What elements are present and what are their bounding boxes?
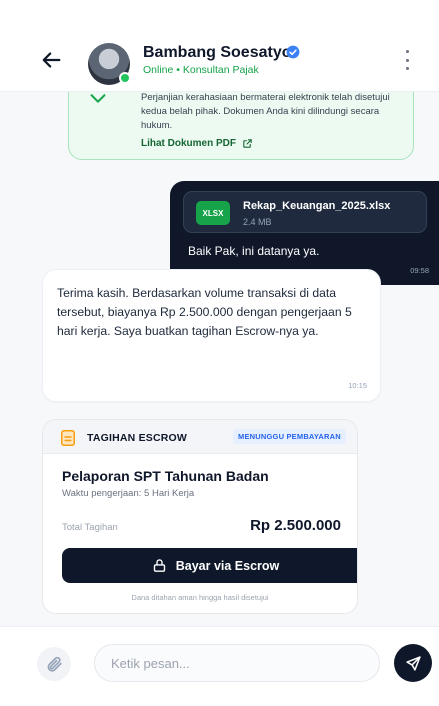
- more-options-button[interactable]: [401, 50, 413, 70]
- lock-icon: [153, 559, 165, 572]
- pay-escrow-button[interactable]: Bayar via Escrow: [62, 548, 357, 583]
- document-icon: [61, 430, 75, 446]
- invoice-header: TAGIHAN ESCROW MENUNGGU PEMBAYARAN: [43, 420, 357, 454]
- file-name: Rekap_Keuangan_2025.xlsx: [243, 200, 391, 212]
- file-attachment[interactable]: XLSX Rekap_Keuangan_2025.xlsx 2.4 MB: [183, 191, 427, 233]
- xlsx-file-icon: XLSX: [196, 201, 230, 225]
- status-badge: MENUNGGU PEMBAYARAN: [233, 429, 346, 444]
- more-vertical-icon: [405, 50, 409, 53]
- view-pdf-label: Lihat Dokumen PDF: [141, 138, 237, 149]
- contact-status: Online • Konsultan Pajak: [143, 64, 259, 76]
- total-value: Rp 2.500.000: [250, 517, 341, 534]
- file-size: 2.4 MB: [243, 217, 272, 227]
- service-duration: Waktu pengerjaan: 5 Hari Kerja: [62, 488, 195, 499]
- message-time: 10:15: [348, 381, 367, 390]
- escrow-invoice-card: TAGIHAN ESCROW MENUNGGU PEMBAYARAN Pelap…: [42, 419, 358, 614]
- message-input[interactable]: [94, 644, 380, 682]
- avatar[interactable]: [88, 43, 131, 85]
- nda-description: Perjanjian kerahasiaan bermaterai elektr…: [141, 92, 390, 131]
- invoice-title: TAGIHAN ESCROW: [87, 432, 188, 444]
- view-pdf-link[interactable]: Lihat Dokumen PDF: [141, 138, 253, 149]
- verified-badge-icon: [286, 45, 300, 59]
- total-label: Total Tagihan: [62, 522, 118, 533]
- contact-name: Bambang Soesatyo: [143, 44, 292, 61]
- chat-screen: Bambang Soesatyo Online • Konsultan Paja…: [0, 0, 439, 706]
- arrow-left-icon: [42, 52, 61, 68]
- external-link-icon: [243, 139, 252, 148]
- message-text: Baik Pak, ini datanya ya.: [188, 244, 320, 258]
- message-text: Terima kasih. Berdasarkan volume transak…: [57, 286, 352, 338]
- send-button[interactable]: [394, 644, 432, 682]
- message-composer: [0, 626, 439, 706]
- paperclip-icon: [47, 656, 62, 672]
- shield-check-icon: [90, 94, 106, 103]
- message-list[interactable]: Perjanjian kerahasiaan bermaterai elektr…: [0, 92, 439, 626]
- send-icon: [405, 655, 421, 671]
- online-indicator: [119, 72, 131, 84]
- back-button[interactable]: [38, 46, 66, 74]
- pay-button-label: Bayar via Escrow: [175, 558, 280, 573]
- chat-header: Bambang Soesatyo Online • Konsultan Paja…: [0, 0, 439, 92]
- incoming-message: Terima kasih. Berdasarkan volume transak…: [42, 269, 381, 402]
- escrow-note: Dana ditahan aman hingga hasil disetujui: [131, 593, 269, 602]
- nda-card: Perjanjian kerahasiaan bermaterai elektr…: [68, 92, 414, 160]
- attach-button[interactable]: [37, 647, 71, 681]
- service-name: Pelaporan SPT Tahunan Badan: [62, 468, 269, 484]
- message-time: 09:58: [410, 266, 429, 275]
